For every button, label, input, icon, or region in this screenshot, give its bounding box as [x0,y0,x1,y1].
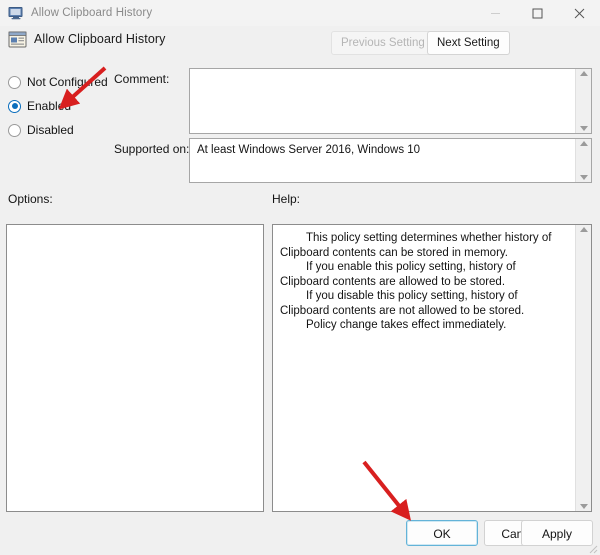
title-bar: Allow Clipboard History [0,0,600,26]
scroll-down-icon[interactable] [579,126,588,131]
radio-label: Not Configured [27,75,108,89]
radio-label: Disabled [27,123,74,137]
radio-circle-icon [8,75,21,89]
previous-setting-button[interactable]: Previous Setting [331,31,435,55]
scroll-down-icon[interactable] [579,175,588,180]
close-button[interactable] [558,0,600,26]
help-paragraph: This policy setting determines whether h… [280,232,552,259]
supported-on-value: At least Windows Server 2016, Windows 10 [197,144,421,156]
comment-scrollbar[interactable] [575,69,591,133]
radio-label: Enabled [27,99,72,113]
radio-not-configured[interactable]: Not Configured [8,70,113,94]
scroll-down-icon[interactable] [579,504,588,509]
scroll-up-icon[interactable] [579,141,588,146]
radio-enabled[interactable]: Enabled [8,94,113,118]
minimize-button[interactable] [474,0,516,26]
apply-button[interactable]: Apply [521,520,593,546]
maximize-button[interactable] [516,0,558,26]
policy-state-radio-group: Not Configured Enabled Disabled [8,70,113,142]
options-panel[interactable] [6,224,264,512]
ok-button[interactable]: OK [406,520,478,546]
resize-grip[interactable] [586,541,598,554]
help-paragraph: If you enable this policy setting, histo… [280,261,516,288]
help-text: This policy setting determines whether h… [273,225,575,511]
radio-circle-icon [8,123,21,137]
next-setting-button[interactable]: Next Setting [427,31,510,55]
comment-label: Comment: [114,72,170,86]
options-label: Options: [8,192,53,206]
help-panel: This policy setting determines whether h… [272,224,592,512]
radio-disabled[interactable]: Disabled [8,118,113,142]
help-paragraph: If you disable this policy setting, hist… [280,290,525,317]
help-label: Help: [272,192,301,206]
scroll-up-icon[interactable] [579,71,588,76]
policy-setting-icon [8,31,28,49]
supported-on-label: Supported on: [114,142,190,156]
comment-value[interactable] [190,69,575,133]
window-title: Allow Clipboard History [31,7,153,19]
help-scrollbar[interactable] [575,225,591,511]
help-paragraph: Policy change takes effect immediately. [306,319,507,331]
scroll-up-icon[interactable] [579,227,588,232]
dialog-header: Allow Clipboard History Previous Setting… [0,26,600,62]
setting-title: Allow Clipboard History [34,32,166,46]
group-policy-setting-dialog: Allow Clipboard History Allow Clipboard … [0,0,600,555]
policy-window-icon [8,5,24,21]
comment-textbox[interactable] [189,68,592,134]
window-controls [474,0,600,26]
supported-on-scrollbar[interactable] [575,139,591,182]
radio-circle-icon [8,99,21,113]
supported-on-textbox: At least Windows Server 2016, Windows 10 [189,138,592,183]
